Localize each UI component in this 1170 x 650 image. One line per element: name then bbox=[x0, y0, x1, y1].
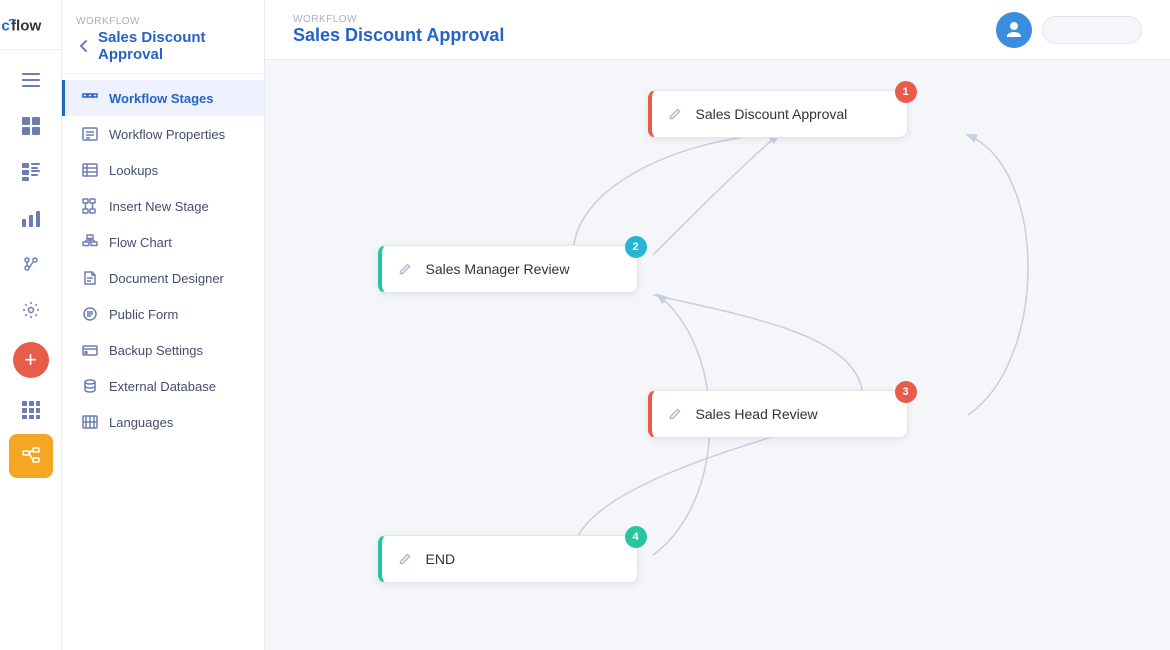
logo-area: c flow bbox=[0, 0, 62, 50]
menu-items-list: Workflow Stages Workflow Properties bbox=[62, 74, 264, 650]
node-end[interactable]: END 4 bbox=[378, 535, 638, 583]
sidebar-item-workflow-properties[interactable]: Workflow Properties bbox=[62, 116, 264, 152]
header-left: WORKFLOW Sales Discount Approval bbox=[293, 14, 504, 46]
node-sales-discount-approval[interactable]: Sales Discount Approval 1 bbox=[648, 90, 908, 138]
flowchart-icon bbox=[81, 233, 99, 251]
icon-sidebar: c flow bbox=[0, 0, 62, 650]
sidebar-title: Sales Discount Approval bbox=[98, 29, 250, 63]
sidebar-item-backup-settings[interactable]: Backup Settings bbox=[62, 332, 264, 368]
search-bar bbox=[1042, 16, 1142, 44]
flow-canvas: Sales Discount Approval 1 Sales Manager … bbox=[268, 60, 1168, 650]
form-icon bbox=[81, 305, 99, 323]
sidebar-item-languages[interactable]: Languages bbox=[62, 404, 264, 440]
header-breadcrumb: WORKFLOW bbox=[293, 14, 504, 25]
edit-node2-icon[interactable] bbox=[394, 258, 416, 280]
document-label: Document Designer bbox=[109, 271, 224, 286]
external-db-label: External Database bbox=[109, 379, 216, 394]
node4-label: END bbox=[426, 551, 456, 567]
insert-label: Insert New Stage bbox=[109, 199, 209, 214]
settings-nav-icon[interactable] bbox=[9, 288, 53, 332]
node3-label: Sales Head Review bbox=[696, 406, 818, 422]
header-title: Sales Discount Approval bbox=[293, 25, 504, 46]
sidebar-breadcrumb: WORKFLOW bbox=[76, 16, 250, 27]
svg-text:flow: flow bbox=[11, 17, 41, 34]
node1-label: Sales Discount Approval bbox=[696, 106, 848, 122]
user-avatar[interactable] bbox=[996, 12, 1032, 48]
node2-label: Sales Manager Review bbox=[426, 261, 570, 277]
node3-badge: 3 bbox=[895, 381, 917, 403]
public-form-label: Public Form bbox=[109, 307, 178, 322]
properties-label: Workflow Properties bbox=[109, 127, 225, 142]
sidebar-item-public-form[interactable]: Public Form bbox=[62, 296, 264, 332]
menu-sidebar: WORKFLOW Sales Discount Approval Workflo… bbox=[62, 0, 265, 650]
hamburger-icon[interactable] bbox=[9, 58, 53, 102]
data-nav-icon[interactable] bbox=[9, 150, 53, 194]
languages-icon bbox=[81, 413, 99, 431]
flow-area: Sales Discount Approval 1 Sales Manager … bbox=[265, 60, 1170, 650]
backup-label: Backup Settings bbox=[109, 343, 203, 358]
back-button[interactable] bbox=[76, 38, 92, 54]
lookups-label: Lookups bbox=[109, 163, 158, 178]
add-button[interactable]: + bbox=[13, 342, 49, 378]
database-icon bbox=[81, 377, 99, 395]
chart-nav-icon[interactable] bbox=[9, 196, 53, 240]
add-section: + bbox=[13, 334, 49, 386]
sidebar-item-flow-chart[interactable]: Flow Chart bbox=[62, 224, 264, 260]
sidebar-item-insert-stage[interactable]: Insert New Stage bbox=[62, 188, 264, 224]
sidebar-item-external-database[interactable]: External Database bbox=[62, 368, 264, 404]
node-sales-head-review[interactable]: Sales Head Review 3 bbox=[648, 390, 908, 438]
stages-label: Workflow Stages bbox=[109, 91, 214, 106]
dashboard-nav-icon[interactable] bbox=[9, 104, 53, 148]
document-icon bbox=[81, 269, 99, 287]
nav-icons: + bbox=[9, 50, 53, 650]
languages-label: Languages bbox=[109, 415, 173, 430]
lookups-icon bbox=[81, 161, 99, 179]
sidebar-item-lookups[interactable]: Lookups bbox=[62, 152, 264, 188]
edit-node1-icon[interactable] bbox=[664, 103, 686, 125]
analytics-nav-icon[interactable] bbox=[9, 242, 53, 286]
main-content: WORKFLOW Sales Discount Approval bbox=[265, 0, 1170, 650]
node1-badge: 1 bbox=[895, 81, 917, 103]
stages-icon bbox=[81, 89, 99, 107]
workflow-nav-icon[interactable] bbox=[9, 434, 53, 478]
edit-node3-icon[interactable] bbox=[664, 403, 686, 425]
node4-badge: 4 bbox=[625, 526, 647, 548]
main-header: WORKFLOW Sales Discount Approval bbox=[265, 0, 1170, 60]
properties-icon bbox=[81, 125, 99, 143]
sidebar-header: WORKFLOW Sales Discount Approval bbox=[62, 0, 264, 74]
flowchart-label: Flow Chart bbox=[109, 235, 172, 250]
insert-icon bbox=[81, 197, 99, 215]
header-right bbox=[996, 12, 1142, 48]
svg-text:c: c bbox=[1, 17, 9, 34]
backup-icon bbox=[81, 341, 99, 359]
sidebar-item-document-designer[interactable]: Document Designer bbox=[62, 260, 264, 296]
edit-node4-icon[interactable] bbox=[394, 548, 416, 570]
node-sales-manager-review[interactable]: Sales Manager Review 2 bbox=[378, 245, 638, 293]
sidebar-item-workflow-stages[interactable]: Workflow Stages bbox=[62, 80, 264, 116]
grid-nav-icon[interactable] bbox=[9, 388, 53, 432]
node2-badge: 2 bbox=[625, 236, 647, 258]
